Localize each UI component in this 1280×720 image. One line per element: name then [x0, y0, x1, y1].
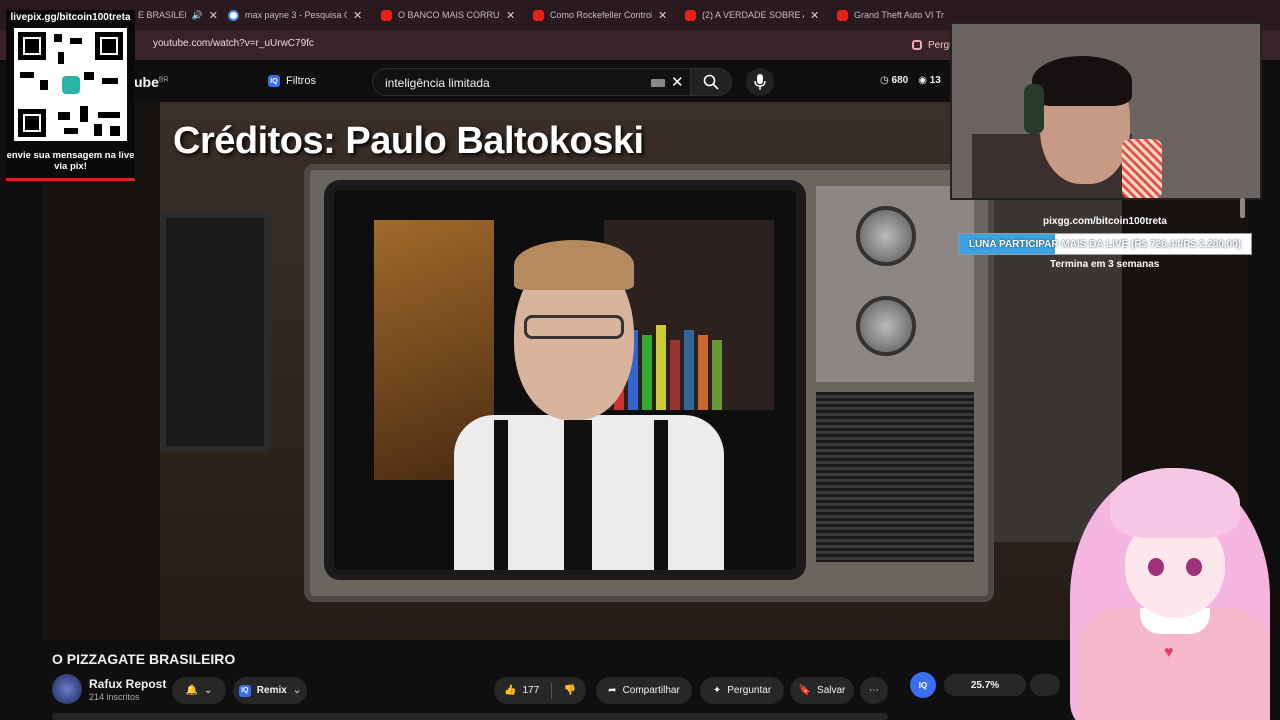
logo-region: BR [158, 76, 169, 84]
stat-value: 13 [929, 75, 941, 86]
qr-url: livepix.gg/bitcoin100treta [10, 12, 131, 23]
video-credits-text: Créditos: Paulo Baltokoski [173, 120, 644, 162]
tv-knob-panel [816, 186, 974, 382]
tab-5[interactable]: (2) A VERDADE SOBRE A C ✕ [685, 4, 825, 26]
chevron-down-icon: ⌄ [292, 685, 302, 696]
percent-badge: 25.7% [944, 674, 1026, 696]
clock-stat: ◷ 680 [880, 75, 909, 86]
ask-ai-button[interactable]: ✦ Perguntar [700, 677, 784, 704]
remix-button[interactable]: IQ Remix ⌄ [233, 677, 307, 704]
headset-icon [1024, 84, 1044, 134]
donation-goal-text: LUNA PARTICIPAR MAIS DA LIVE (R$ 726,44/… [968, 238, 1242, 250]
more-icon: ⋯ [869, 685, 879, 696]
tab-title: O BANCO MAIS CORRUPTO [398, 10, 500, 20]
close-icon[interactable]: ✕ [658, 9, 667, 22]
youtube-icon [533, 9, 544, 21]
donation-goal-ends: Termina em 3 semanas [1050, 259, 1160, 270]
logo-text: ube [134, 74, 159, 90]
side-tv [160, 212, 270, 452]
filters-label: Filtros [286, 75, 316, 87]
url-field[interactable]: youtube.com/watch?v=r_uUrwC79fc [153, 38, 314, 49]
search-button[interactable] [690, 68, 732, 96]
streamer-webcam [950, 22, 1262, 200]
tab-title: Grand Theft Auto VI Traile [854, 10, 944, 20]
close-icon[interactable]: ✕ [810, 9, 819, 22]
tv-screen [324, 180, 806, 580]
tab-title: Como Rockefeller Controla [550, 10, 652, 20]
tie [564, 420, 592, 570]
like-count: 177 [522, 685, 540, 696]
close-icon[interactable]: ✕ [209, 9, 218, 22]
youtube-icon [381, 9, 392, 21]
tab-3[interactable]: O BANCO MAIS CORRUPTO ✕ [381, 4, 521, 26]
bell-icon: 🔔 [185, 685, 199, 696]
voice-search-button[interactable] [746, 68, 774, 96]
tab-title: max payne 3 - Pesquisa Go [245, 10, 347, 20]
ask-label: Perguntar [727, 685, 772, 696]
pix-qr-overlay: livepix.gg/bitcoin100treta envie sua men… [6, 10, 135, 181]
search-input[interactable]: inteligência limitada ✕ [372, 68, 694, 96]
bookmark-icon: 🔖 [798, 685, 812, 696]
ask-button[interactable]: Pergu [912, 36, 955, 54]
thumbs-up-icon: 👍 [504, 685, 517, 696]
keyboard-icon[interactable] [651, 79, 665, 87]
like-dislike-group: 👍 177 👎 [494, 677, 586, 704]
close-icon[interactable]: ✕ [353, 9, 362, 22]
subscriber-count: 214 inscritos [89, 692, 140, 702]
viewers-stat: ◉ 13 [918, 75, 941, 86]
gemini-icon [912, 40, 922, 50]
microphone [1122, 139, 1162, 198]
iq-icon[interactable]: IQ [910, 672, 936, 698]
save-button[interactable]: 🔖 Salvar [790, 677, 854, 704]
youtube-logo[interactable]: ubeBR [134, 74, 169, 90]
sparkle-icon: ✦ [712, 685, 722, 696]
description-box[interactable] [52, 713, 888, 720]
channel-name[interactable]: Rafux Repost [89, 677, 166, 691]
search-value: inteligência limitada [385, 76, 490, 90]
iq-icon: IQ [238, 684, 251, 697]
stat-value: 680 [891, 75, 909, 86]
close-icon[interactable]: ✕ [506, 9, 515, 22]
qr-caption: envie sua mensagem na live via pix! [6, 150, 135, 172]
video-title: O PIZZAGATE BRASILEIRO [52, 651, 236, 667]
tab-4[interactable]: Como Rockefeller Controla ✕ [533, 4, 673, 26]
chevron-down-icon: ⌄ [204, 685, 213, 696]
tv-speaker-grille [816, 392, 974, 562]
microphone-icon [754, 74, 766, 90]
youtube-icon [837, 9, 848, 21]
vtuber-avatar: ♥ [1030, 448, 1280, 720]
tab-1[interactable]: E BRASILEI 🔊 ✕ [138, 4, 218, 26]
tab-2[interactable]: max payne 3 - Pesquisa Go ✕ [228, 4, 368, 26]
speaker-icon: 🔊 [191, 9, 203, 20]
search-icon [703, 74, 719, 90]
more-actions-button[interactable]: ⋯ [860, 677, 888, 704]
pix-url: pixgg.com/bitcoin100treta [1043, 216, 1167, 227]
heart-icon: ♥ [1164, 644, 1174, 661]
glasses [524, 315, 624, 339]
notifications-button[interactable]: 🔔 ⌄ [172, 677, 226, 704]
screen: E BRASILEI 🔊 ✕ max payne 3 - Pesquisa Go… [0, 0, 1280, 720]
tab-6[interactable]: Grand Theft Auto VI Traile [837, 4, 947, 26]
share-label: Compartilhar [622, 685, 680, 696]
channel-avatar[interactable] [52, 674, 82, 704]
thumbs-down-icon[interactable]: 👎 [564, 685, 576, 696]
iq-icon: IQ [268, 75, 280, 87]
tab-title: E BRASILEI [138, 10, 186, 20]
remix-label: Remix [256, 685, 287, 696]
clear-search-icon[interactable]: ✕ [671, 73, 684, 91]
google-icon [228, 9, 239, 21]
youtube-icon [685, 9, 696, 21]
share-icon: ➦ [608, 685, 617, 696]
tab-title: (2) A VERDADE SOBRE A C [702, 10, 804, 20]
like-button[interactable]: 👍 177 [504, 685, 539, 696]
scrollbar[interactable] [1240, 198, 1245, 218]
stream-stats: ◷ 680 ◉ 13 [880, 75, 941, 86]
save-label: Salvar [817, 685, 846, 696]
donation-goal-bar: LUNA PARTICIPAR MAIS DA LIVE (R$ 726,44/… [958, 233, 1252, 255]
share-button[interactable]: ➦ Compartilhar [596, 677, 692, 704]
filters-button[interactable]: IQ Filtros [258, 69, 326, 93]
qr-code [14, 28, 127, 141]
